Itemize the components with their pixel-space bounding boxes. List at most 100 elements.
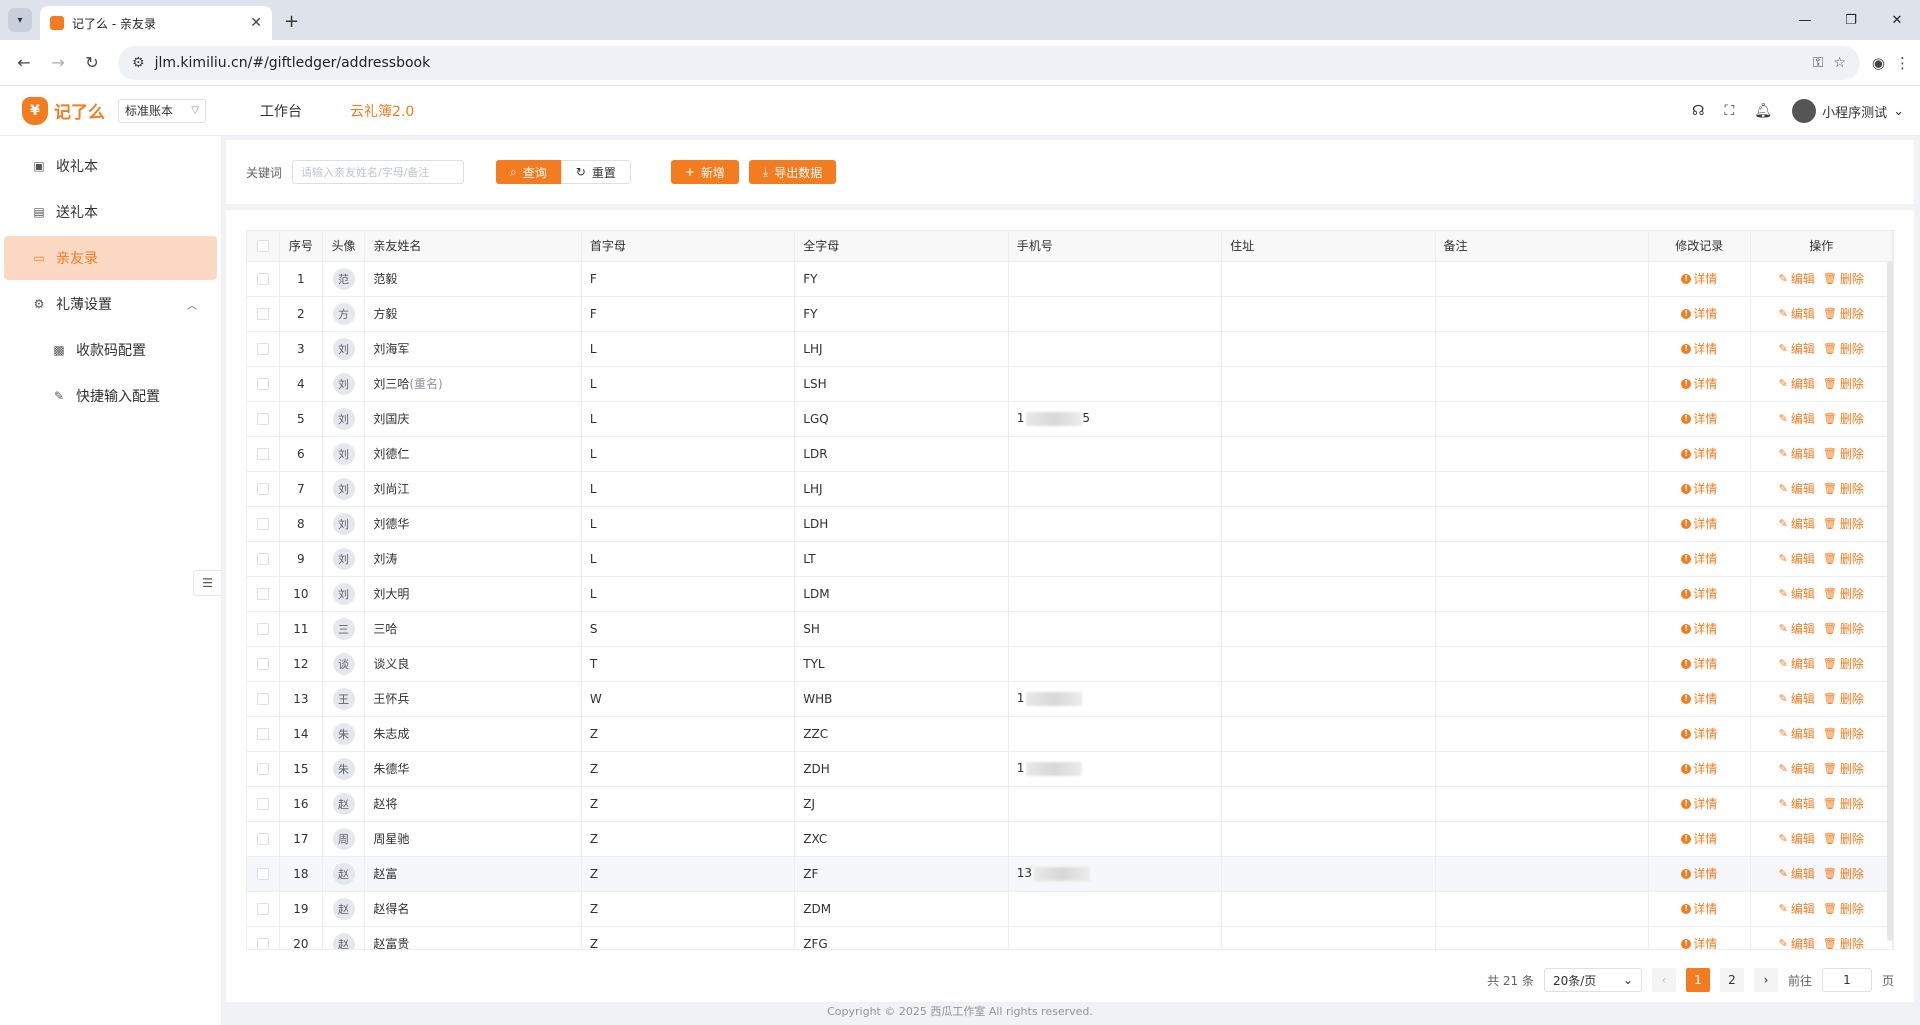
restore-button[interactable]: ❐ bbox=[1828, 0, 1874, 40]
edit-button[interactable]: ✎ 编辑 bbox=[1779, 655, 1815, 672]
edit-button[interactable]: ✎ 编辑 bbox=[1779, 935, 1815, 949]
delete-button[interactable]: 🗑︎ 删除 bbox=[1823, 620, 1864, 637]
forward-button[interactable]: → bbox=[44, 49, 72, 77]
table-row[interactable]: 3 刘刘海军 L LHJ! 详情 ✎ 编辑 🗑︎ 删除 bbox=[247, 331, 1893, 367]
row-checkbox[interactable] bbox=[257, 623, 269, 635]
bell-icon[interactable]: 🔔︎ bbox=[1754, 103, 1772, 119]
edit-button[interactable]: ✎ 编辑 bbox=[1779, 725, 1815, 742]
delete-button[interactable]: 🗑︎ 删除 bbox=[1823, 410, 1864, 427]
detail-link[interactable]: ! 详情 bbox=[1681, 410, 1717, 427]
sidebar-item-ledger-settings[interactable]: ⚙ 礼薄设置 ︿ bbox=[4, 282, 217, 326]
table-row[interactable]: 15 朱朱德华 Z ZDH 1! 详情 ✎ 编辑 🗑︎ 删除 bbox=[247, 751, 1893, 787]
edit-button[interactable]: ✎ 编辑 bbox=[1779, 305, 1815, 322]
back-button[interactable]: ← bbox=[10, 49, 38, 77]
close-window-button[interactable]: ✕ bbox=[1874, 0, 1920, 40]
query-button[interactable]: ⌕ 查询 bbox=[496, 160, 561, 184]
row-checkbox[interactable] bbox=[257, 658, 269, 670]
row-checkbox[interactable] bbox=[257, 763, 269, 775]
delete-button[interactable]: 🗑︎ 删除 bbox=[1823, 550, 1864, 567]
export-button[interactable]: ⤓ 导出数据 bbox=[748, 160, 837, 184]
row-checkbox[interactable] bbox=[257, 938, 269, 949]
table-row[interactable]: 14 朱朱志成 Z ZZC! 详情 ✎ 编辑 🗑︎ 删除 bbox=[247, 716, 1893, 752]
key-icon[interactable]: ⚿ bbox=[1813, 55, 1824, 71]
detail-link[interactable]: ! 详情 bbox=[1681, 305, 1717, 322]
row-checkbox[interactable] bbox=[257, 798, 269, 810]
detail-link[interactable]: ! 详情 bbox=[1681, 935, 1717, 949]
edit-button[interactable]: ✎ 编辑 bbox=[1779, 690, 1815, 707]
row-checkbox[interactable] bbox=[257, 518, 269, 530]
table-row[interactable]: 20 赵赵富贵 Z ZFG! 详情 ✎ 编辑 🗑︎ 删除 bbox=[247, 926, 1893, 949]
site-info-icon[interactable]: ⚙ bbox=[132, 55, 145, 71]
table-row[interactable]: 10 刘刘大明 L LDM! 详情 ✎ 编辑 🗑︎ 删除 bbox=[247, 576, 1893, 612]
page-size-select[interactable]: 20条/页 ⌄ bbox=[1543, 968, 1642, 992]
table-row[interactable]: 5 刘刘国庆 L LGQ 1 5! 详情 ✎ 编辑 🗑︎ 删除 bbox=[247, 401, 1893, 437]
row-checkbox[interactable] bbox=[257, 273, 269, 285]
sidebar-item-qrcode-config[interactable]: ▩ 收款码配置 bbox=[4, 328, 217, 372]
table-row[interactable]: 11 三三哈 S SH! 详情 ✎ 编辑 🗑︎ 删除 bbox=[247, 611, 1893, 647]
nav-cloud-ledger[interactable]: 云礼簿2.0 bbox=[326, 101, 438, 121]
sidebar-item-receive-book[interactable]: ▣ 收礼本 bbox=[4, 144, 217, 188]
edit-button[interactable]: ✎ 编辑 bbox=[1779, 760, 1815, 777]
row-checkbox[interactable] bbox=[257, 903, 269, 915]
delete-button[interactable]: 🗑︎ 删除 bbox=[1823, 655, 1864, 672]
headset-icon[interactable]: ☊ bbox=[1692, 103, 1704, 119]
row-checkbox[interactable] bbox=[257, 693, 269, 705]
table-row[interactable]: 6 刘刘德仁 L LDR! 详情 ✎ 编辑 🗑︎ 删除 bbox=[247, 436, 1893, 472]
ledger-select[interactable]: 标准账本 ▽ bbox=[118, 98, 206, 123]
row-checkbox[interactable] bbox=[257, 588, 269, 600]
detail-link[interactable]: ! 详情 bbox=[1681, 445, 1717, 462]
edit-button[interactable]: ✎ 编辑 bbox=[1779, 900, 1815, 917]
bookmark-star-icon[interactable]: ☆ bbox=[1833, 55, 1846, 71]
table-row[interactable]: 19 赵赵得名 Z ZDM! 详情 ✎ 编辑 🗑︎ 删除 bbox=[247, 891, 1893, 927]
delete-button[interactable]: 🗑︎ 删除 bbox=[1823, 480, 1864, 497]
delete-button[interactable]: 🗑︎ 删除 bbox=[1823, 375, 1864, 392]
reload-button[interactable]: ↻ bbox=[78, 49, 106, 77]
edit-button[interactable]: ✎ 编辑 bbox=[1779, 410, 1815, 427]
browser-menu-icon[interactable]: ⋮ bbox=[1895, 54, 1910, 72]
app-logo[interactable]: ¥ 记了么 bbox=[0, 96, 118, 125]
detail-link[interactable]: ! 详情 bbox=[1681, 830, 1717, 847]
row-checkbox[interactable] bbox=[257, 308, 269, 320]
add-button[interactable]: + 新增 bbox=[670, 160, 739, 184]
detail-link[interactable]: ! 详情 bbox=[1681, 760, 1717, 777]
table-row[interactable]: 18 赵赵富 Z ZF 13! 详情 ✎ 编辑 🗑︎ 删除 bbox=[247, 856, 1893, 892]
page-button-1[interactable]: 1 bbox=[1685, 968, 1710, 992]
delete-button[interactable]: 🗑︎ 删除 bbox=[1823, 760, 1864, 777]
detail-link[interactable]: ! 详情 bbox=[1681, 340, 1717, 357]
row-checkbox[interactable] bbox=[257, 448, 269, 460]
reset-button[interactable]: ↻ 重置 bbox=[560, 160, 631, 184]
detail-link[interactable]: ! 详情 bbox=[1681, 270, 1717, 287]
prev-page-button[interactable]: ‹ bbox=[1651, 968, 1676, 992]
table-row[interactable]: 8 刘刘德华 L LDH! 详情 ✎ 编辑 🗑︎ 删除 bbox=[247, 506, 1893, 542]
goto-page-input[interactable]: 1 bbox=[1821, 968, 1872, 992]
detail-link[interactable]: ! 详情 bbox=[1681, 725, 1717, 742]
delete-button[interactable]: 🗑︎ 删除 bbox=[1823, 340, 1864, 357]
detail-link[interactable]: ! 详情 bbox=[1681, 620, 1717, 637]
detail-link[interactable]: ! 详情 bbox=[1681, 375, 1717, 392]
delete-button[interactable]: 🗑︎ 删除 bbox=[1823, 865, 1864, 882]
delete-button[interactable]: 🗑︎ 删除 bbox=[1823, 305, 1864, 322]
keyword-input[interactable]: 请输入亲友姓名/字母/备注 bbox=[292, 160, 465, 184]
delete-button[interactable]: 🗑︎ 删除 bbox=[1823, 900, 1864, 917]
minimize-button[interactable]: — bbox=[1782, 0, 1828, 40]
edit-button[interactable]: ✎ 编辑 bbox=[1779, 620, 1815, 637]
table-row[interactable]: 17 周周星驰 Z ZXC! 详情 ✎ 编辑 🗑︎ 删除 bbox=[247, 821, 1893, 857]
edit-button[interactable]: ✎ 编辑 bbox=[1779, 480, 1815, 497]
edit-button[interactable]: ✎ 编辑 bbox=[1779, 550, 1815, 567]
page-button-2[interactable]: 2 bbox=[1719, 968, 1744, 992]
delete-button[interactable]: 🗑︎ 删除 bbox=[1823, 270, 1864, 287]
row-checkbox[interactable] bbox=[257, 343, 269, 355]
detail-link[interactable]: ! 详情 bbox=[1681, 690, 1717, 707]
user-menu[interactable]: 小程序测试 ⌄ bbox=[1792, 99, 1904, 123]
delete-button[interactable]: 🗑︎ 删除 bbox=[1823, 690, 1864, 707]
delete-button[interactable]: 🗑︎ 删除 bbox=[1823, 795, 1864, 812]
edit-button[interactable]: ✎ 编辑 bbox=[1779, 795, 1815, 812]
table-row[interactable]: 4 刘刘三哈(重名) L LSH! 详情 ✎ 编辑 🗑︎ 删除 bbox=[247, 366, 1893, 402]
detail-link[interactable]: ! 详情 bbox=[1681, 515, 1717, 532]
table-row[interactable]: 2 方方毅 F FY! 详情 ✎ 编辑 🗑︎ 删除 bbox=[247, 296, 1893, 332]
table-row[interactable]: 12 谈谈义良 T TYL! 详情 ✎ 编辑 🗑︎ 删除 bbox=[247, 646, 1893, 682]
edit-button[interactable]: ✎ 编辑 bbox=[1779, 445, 1815, 462]
row-checkbox[interactable] bbox=[257, 868, 269, 880]
edit-button[interactable]: ✎ 编辑 bbox=[1779, 375, 1815, 392]
edit-button[interactable]: ✎ 编辑 bbox=[1779, 865, 1815, 882]
